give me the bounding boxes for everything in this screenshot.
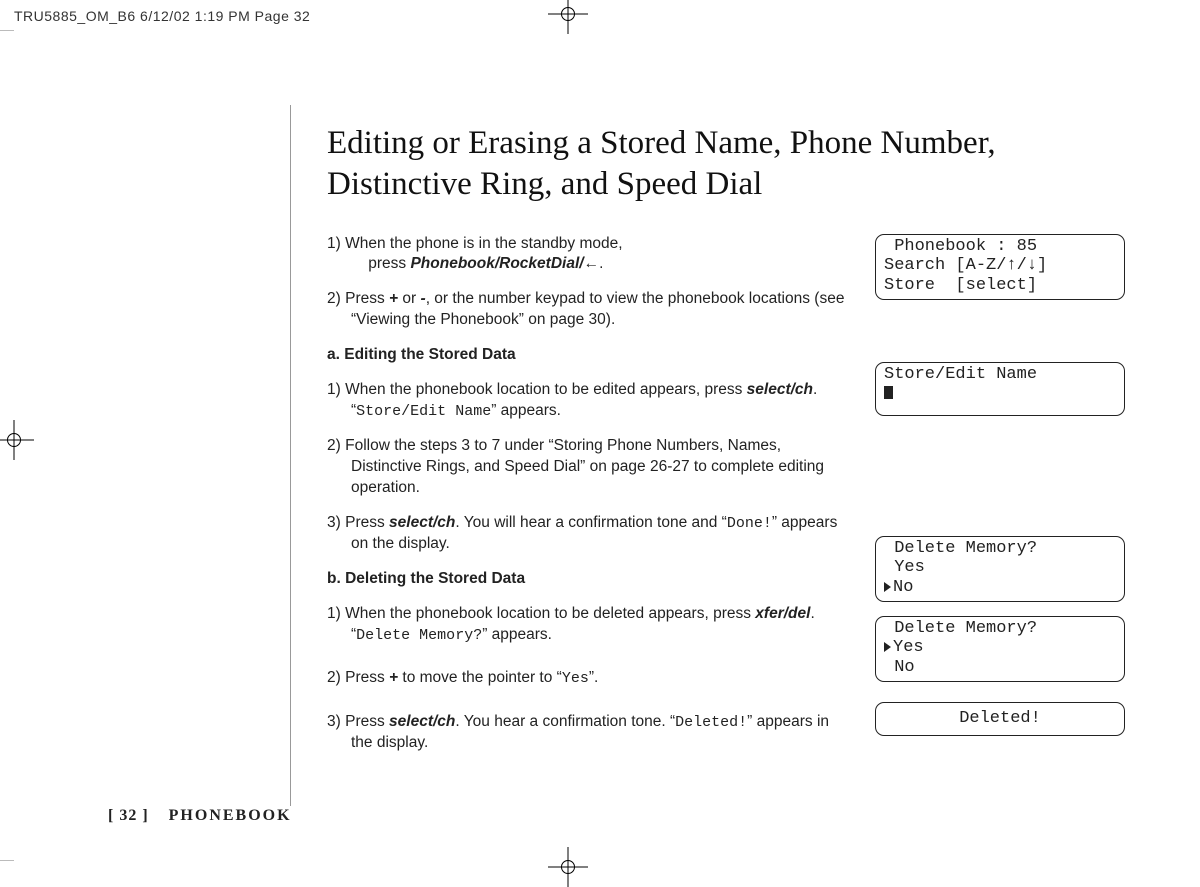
step-text: . You will hear a confirmation tone and …	[455, 514, 726, 531]
lcd-screen-delete-no: Delete Memory? Yes No	[875, 536, 1125, 603]
step-number: 2)	[327, 669, 341, 686]
step-number: 3)	[327, 713, 341, 730]
lcd-line: Yes	[884, 558, 1116, 578]
subsection-b-heading: b. Deleting the Stored Data	[327, 569, 847, 590]
lcd-line: Store [select]	[884, 276, 1116, 296]
step-text: to move the pointer to “	[398, 669, 562, 686]
step-number: 2)	[327, 437, 341, 454]
lcd-line: Search [A-Z/↑/↓]	[884, 256, 1116, 276]
pointer-icon	[884, 582, 891, 592]
step-text: When the phonebook location to be delete…	[345, 605, 755, 622]
lcd-string: Done!	[727, 515, 772, 532]
lcd-screen-deleted: Deleted!	[875, 702, 1125, 736]
subsection-a-heading: a. Editing the Stored Data	[327, 345, 847, 366]
key-label: xfer/del	[755, 605, 810, 622]
lcd-screens-column: Phonebook : 85 Search [A-Z/↑/↓] Store [s…	[875, 234, 1140, 768]
step-number: 1)	[327, 381, 341, 398]
step-text: , or the number keypad to view the phone…	[351, 290, 844, 328]
lcd-line	[884, 384, 1116, 404]
page-title: Editing or Erasing a Stored Name, Phone …	[327, 123, 1145, 206]
step-text: .	[599, 255, 603, 272]
step-text: Press	[345, 514, 389, 531]
step-text: Press	[345, 290, 389, 307]
lcd-screen-delete-yes: Delete Memory? Yes No	[875, 616, 1125, 683]
key-label: select/ch	[747, 381, 813, 398]
lcd-line: Delete Memory?	[884, 619, 1116, 639]
cursor-icon	[884, 386, 893, 399]
key-label: select/ch	[389, 514, 455, 531]
intro-step-1: 1) When the phone is in the standby mode…	[327, 234, 847, 276]
step-text: . You hear a confirmation tone. “	[455, 713, 675, 730]
b-step-2: 2) Press + to move the pointer to “Yes”.	[327, 668, 847, 689]
content-frame: Editing or Erasing a Stored Name, Phone …	[290, 105, 1145, 806]
lcd-text: No	[893, 578, 913, 597]
pointer-icon	[884, 642, 891, 652]
lcd-text: Yes	[893, 638, 924, 657]
step-number: 1)	[327, 235, 341, 252]
lcd-string: Delete Memory?	[356, 627, 482, 644]
a-step-1: 1) When the phonebook location to be edi…	[327, 380, 847, 422]
b-step-3: 3) Press select/ch. You hear a confirmat…	[327, 712, 847, 754]
key-label: +	[389, 290, 398, 307]
step-text: or	[398, 290, 420, 307]
page-number: [ 32 ]	[108, 807, 149, 824]
step-text: When the phonebook location to be edited…	[345, 381, 747, 398]
crop-mark	[0, 860, 14, 861]
step-number: 3)	[327, 514, 341, 531]
step-text: ”.	[589, 669, 598, 686]
step-text: Press	[345, 669, 389, 686]
step-text: Press	[345, 713, 389, 730]
step-text: press	[368, 255, 410, 272]
step-text: Follow the steps 3 to 7 under “Storing P…	[345, 437, 824, 496]
arrow-left-icon: ←	[584, 255, 600, 272]
registration-mark-top	[548, 0, 588, 34]
lcd-line: No	[884, 578, 1116, 598]
a-step-3: 3) Press select/ch. You will hear a conf…	[327, 513, 847, 555]
step-number: 2)	[327, 290, 341, 307]
lcd-line: No	[884, 658, 1116, 678]
lcd-line: Store/Edit Name	[884, 365, 1116, 385]
step-text: ” appears.	[482, 626, 552, 643]
lcd-line: Delete Memory?	[884, 539, 1116, 559]
lcd-screen-phonebook: Phonebook : 85 Search [A-Z/↑/↓] Store [s…	[875, 234, 1125, 301]
step-text: When the phone is in the standby mode,	[345, 235, 622, 252]
section-label: PHONEBOOK	[169, 807, 292, 824]
crop-mark	[0, 30, 14, 31]
step-text: ” appears.	[491, 402, 561, 419]
key-label: +	[389, 669, 398, 686]
step-number: 1)	[327, 605, 341, 622]
page-footer: [ 32 ] PHONEBOOK	[108, 807, 292, 825]
b-step-1: 1) When the phonebook location to be del…	[327, 604, 847, 646]
lcd-line: Deleted!	[959, 709, 1041, 728]
manual-page: TRU5885_OM_B6 6/12/02 1:19 PM Page 32 Ed…	[0, 0, 1200, 881]
lcd-screen-store-edit: Store/Edit Name	[875, 362, 1125, 416]
lcd-string: Yes	[562, 670, 589, 687]
lcd-line: Yes	[884, 638, 1116, 658]
lcd-line: Phonebook : 85	[884, 237, 1116, 257]
lcd-string: Deleted!	[675, 714, 747, 731]
key-label: select/ch	[389, 713, 455, 730]
registration-mark-bottom	[548, 847, 588, 887]
body-text-column: 1) When the phone is in the standby mode…	[327, 234, 847, 768]
a-step-2: 2) Follow the steps 3 to 7 under “Storin…	[327, 436, 847, 499]
key-label: Phonebook/RocketDial/	[410, 255, 583, 272]
registration-mark-left	[0, 420, 34, 460]
lcd-string: Store/Edit Name	[356, 403, 491, 420]
intro-step-2: 2) Press + or -, or the number keypad to…	[327, 289, 847, 331]
prepress-slug: TRU5885_OM_B6 6/12/02 1:19 PM Page 32	[14, 8, 310, 24]
